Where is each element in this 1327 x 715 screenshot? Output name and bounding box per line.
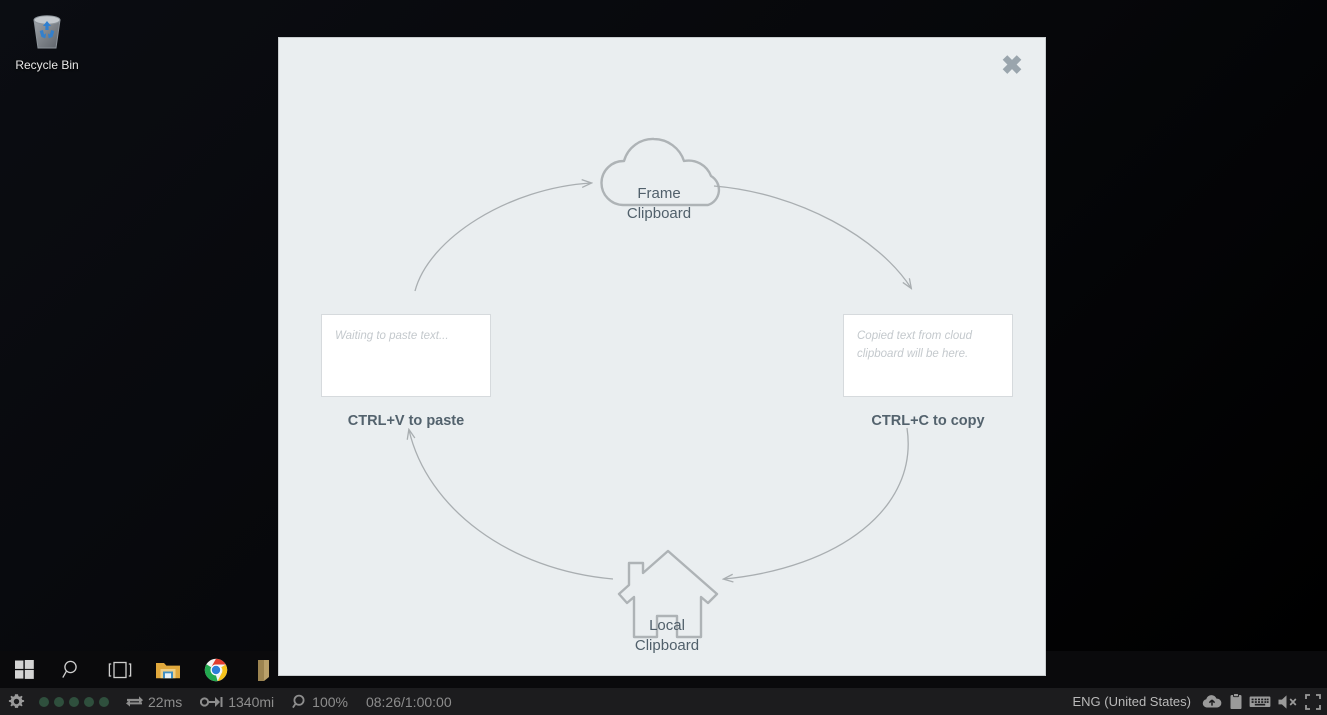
distance-indicator: 1340mi	[200, 694, 274, 710]
signal-dot	[54, 696, 64, 707]
magnifier-icon	[292, 694, 308, 709]
clipboard-icon[interactable]	[1229, 693, 1243, 710]
house-node-label: Local Clipboard	[537, 616, 797, 656]
cloud-node-label: Frame Clipboard	[529, 184, 789, 224]
chrome-button[interactable]	[192, 651, 240, 688]
paste-box-group: CTRL+V to paste	[321, 314, 491, 429]
paste-textarea[interactable]	[321, 314, 491, 397]
copy-textarea[interactable]	[843, 314, 1013, 397]
cloud-upload-icon[interactable]	[1201, 694, 1223, 710]
session-time-value: 08:26/1:00:00	[365, 693, 452, 710]
windows-logo-icon	[14, 660, 34, 679]
gear-icon[interactable]	[8, 693, 25, 710]
sync-icon	[125, 695, 144, 709]
search-button[interactable]	[48, 651, 96, 688]
chrome-icon	[204, 658, 228, 682]
signal-strength-dots	[39, 696, 109, 707]
fullscreen-icon[interactable]	[1305, 693, 1321, 710]
signal-dot	[39, 696, 49, 707]
folder-icon	[155, 659, 181, 681]
task-view-button[interactable]	[96, 651, 144, 688]
cloud-label-line2: Clipboard	[626, 205, 692, 222]
desktop-icon-label: Recycle Bin	[15, 58, 79, 72]
folder-tan-icon	[255, 658, 273, 682]
latency-indicator: 22ms	[125, 694, 182, 710]
language-indicator[interactable]: ENG (United States)	[1073, 694, 1192, 709]
status-right-group: ENG (United States)	[1073, 688, 1322, 715]
cloud-label-line1: Frame	[637, 185, 681, 202]
signal-dot	[84, 696, 94, 707]
status-left-group: 22ms 1340mi 100% 08:26/1:00:00	[0, 693, 470, 710]
session-status-bar: 22ms 1340mi 100% 08:26/1:00:00 ENG (Unit…	[0, 688, 1327, 715]
paste-caption: CTRL+V to paste	[347, 413, 465, 429]
copy-box-group: CTRL+C to copy	[843, 314, 1013, 429]
session-time: 08:26/1:00:00	[366, 694, 452, 710]
arrow-house-to-left	[409, 430, 614, 580]
signal-dot	[99, 696, 109, 707]
search-icon	[61, 659, 83, 680]
house-label-line1: Local	[649, 617, 685, 634]
file-explorer-button[interactable]	[144, 651, 192, 688]
desktop-icon-recycle-bin[interactable]: Recycle Bin	[8, 6, 86, 72]
task-view-icon	[108, 661, 132, 679]
keyboard-icon[interactable]	[1249, 694, 1271, 709]
arrow-right-to-house	[724, 427, 909, 579]
latency-value: 22ms	[148, 693, 183, 710]
recycle-bin-icon	[23, 6, 71, 54]
distance-value: 1340mi	[228, 693, 275, 710]
copy-caption: CTRL+C to copy	[871, 413, 985, 429]
signal-dot	[69, 696, 79, 707]
screen: Recycle Bin 22ms 1340mi 100% 08:26/1:00:…	[0, 0, 1327, 715]
route-icon	[200, 695, 224, 709]
start-button[interactable]	[0, 651, 48, 688]
house-label-line2: Clipboard	[634, 637, 700, 654]
zoom-value: 100%	[312, 693, 348, 710]
mute-speaker-icon[interactable]	[1277, 694, 1299, 710]
clipboard-sync-dialog: ✖ Frame Clipboard Local Clipboard Waitin…	[278, 37, 1046, 676]
zoom-indicator: 100%	[292, 694, 348, 710]
